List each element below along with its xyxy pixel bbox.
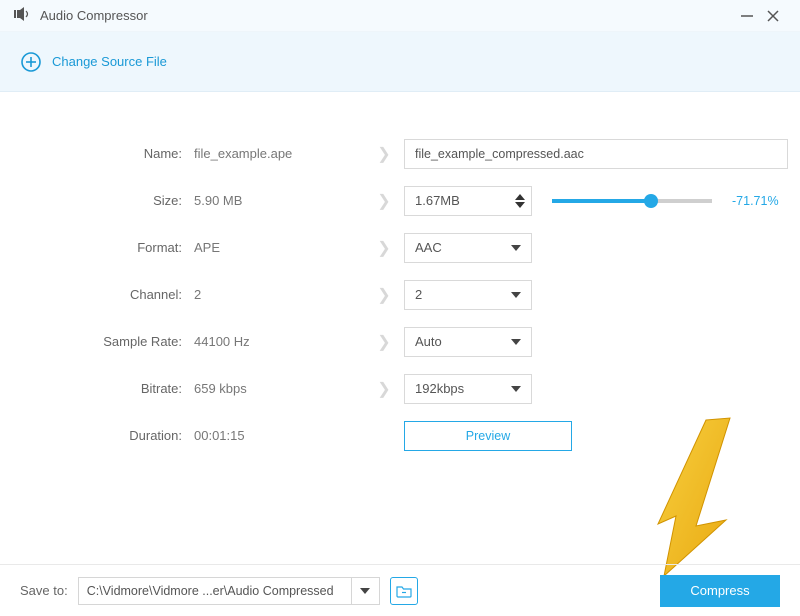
source-format: APE — [194, 240, 364, 255]
sample-rate-select-value: Auto — [415, 334, 442, 349]
row-name: Name: file_example.ape ❯ — [24, 130, 776, 177]
folder-icon — [396, 584, 412, 598]
close-button[interactable] — [760, 3, 786, 29]
format-select-value: AAC — [415, 240, 442, 255]
label-duration: Duration: — [24, 428, 194, 443]
row-channel: Channel: 2 ❯ 2 — [24, 271, 776, 318]
source-size: 5.90 MB — [194, 193, 364, 208]
save-path-dropdown[interactable] — [351, 578, 379, 604]
label-channel: Channel: — [24, 287, 194, 302]
compress-label: Compress — [690, 583, 749, 598]
slider-thumb[interactable] — [644, 194, 658, 208]
chevron-right-icon: ❯ — [377, 238, 390, 258]
main-panel: Name: file_example.ape ❯ Size: 5.90 MB ❯… — [0, 92, 800, 479]
titlebar: Audio Compressor — [0, 0, 800, 32]
chevron-right-icon: ❯ — [377, 379, 390, 399]
stepper-down-icon[interactable] — [515, 202, 525, 208]
source-name: file_example.ape — [194, 146, 364, 161]
open-folder-button[interactable] — [390, 577, 418, 605]
save-path-combo — [78, 577, 380, 605]
change-source-button[interactable]: Change Source File — [20, 51, 167, 73]
label-sample-rate: Sample Rate: — [24, 334, 194, 349]
chevron-down-icon — [360, 588, 370, 594]
format-select[interactable]: AAC — [404, 233, 532, 263]
bitrate-select[interactable]: 192kbps — [404, 374, 532, 404]
stepper-up-icon[interactable] — [515, 194, 525, 200]
source-sample-rate: 44100 Hz — [194, 334, 364, 349]
minimize-button[interactable] — [734, 3, 760, 29]
save-to-label: Save to: — [20, 583, 68, 598]
channel-select[interactable]: 2 — [404, 280, 532, 310]
row-sample-rate: Sample Rate: 44100 Hz ❯ Auto — [24, 318, 776, 365]
source-channel: 2 — [194, 287, 364, 302]
save-path-input[interactable] — [79, 578, 351, 604]
source-duration: 00:01:15 — [194, 428, 364, 443]
plus-circle-icon — [20, 51, 42, 73]
row-bitrate: Bitrate: 659 kbps ❯ 192kbps — [24, 365, 776, 412]
chevron-right-icon: ❯ — [377, 144, 390, 164]
label-name: Name: — [24, 146, 194, 161]
label-size: Size: — [24, 193, 194, 208]
chevron-right-icon: ❯ — [377, 332, 390, 352]
chevron-right-icon: ❯ — [377, 191, 390, 211]
output-name-input[interactable] — [404, 139, 788, 169]
chevron-down-icon — [511, 292, 521, 298]
toolbar: Change Source File — [0, 32, 800, 92]
source-bitrate: 659 kbps — [194, 381, 364, 396]
speaker-icon — [14, 7, 32, 24]
channel-select-value: 2 — [415, 287, 422, 302]
change-source-label: Change Source File — [52, 54, 167, 69]
preview-label: Preview — [466, 429, 510, 443]
size-stepper[interactable]: 1.67MB — [404, 186, 532, 216]
dest-size-value: 1.67MB — [415, 193, 460, 208]
size-slider[interactable] — [552, 199, 712, 203]
app-title: Audio Compressor — [40, 8, 148, 23]
chevron-down-icon — [511, 386, 521, 392]
chevron-down-icon — [511, 245, 521, 251]
row-size: Size: 5.90 MB ❯ 1.67MB -71.71% — [24, 177, 776, 224]
bitrate-select-value: 192kbps — [415, 381, 464, 396]
compress-button[interactable]: Compress — [660, 575, 780, 607]
row-duration: Duration: 00:01:15 Preview — [24, 412, 776, 459]
label-format: Format: — [24, 240, 194, 255]
preview-button[interactable]: Preview — [404, 421, 572, 451]
size-percent: -71.71% — [732, 194, 779, 208]
chevron-down-icon — [511, 339, 521, 345]
chevron-right-icon: ❯ — [377, 285, 390, 305]
row-format: Format: APE ❯ AAC — [24, 224, 776, 271]
label-bitrate: Bitrate: — [24, 381, 194, 396]
sample-rate-select[interactable]: Auto — [404, 327, 532, 357]
footer: Save to: Compress — [0, 564, 800, 616]
